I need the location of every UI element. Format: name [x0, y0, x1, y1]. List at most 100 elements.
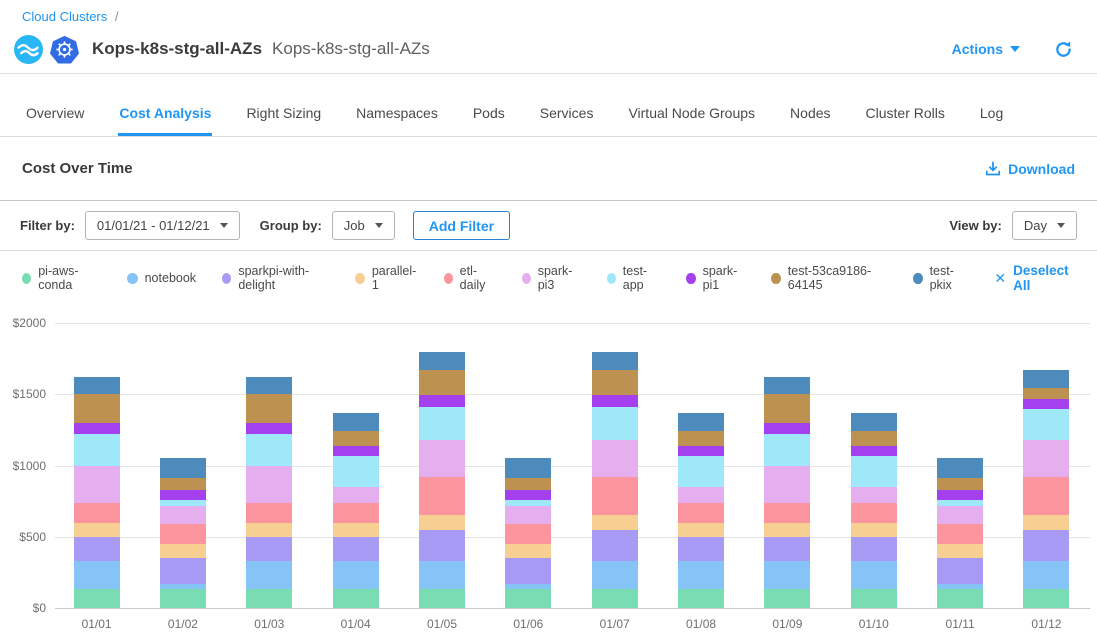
bar-segment-spark-pi1[interactable]: [74, 423, 120, 434]
bar-segment-spark-pi3[interactable]: [937, 506, 983, 524]
bar-segment-parallel-1[interactable]: [333, 523, 379, 537]
bar-segment-spark-pi3[interactable]: [419, 440, 465, 477]
legend-item-spark-pi1[interactable]: spark-pi1: [686, 264, 745, 292]
tab-cost-analysis[interactable]: Cost Analysis: [118, 95, 212, 136]
stacked-bar-01/04[interactable]: [333, 413, 379, 608]
bar-segment-notebook[interactable]: [74, 561, 120, 590]
stacked-bar-01/11[interactable]: [937, 458, 983, 608]
stacked-bar-01/07[interactable]: [592, 352, 638, 608]
tab-nodes[interactable]: Nodes: [789, 95, 831, 136]
bar-segment-test-pkix[interactable]: [851, 413, 897, 431]
bar-segment-test-pkix[interactable]: [678, 413, 724, 431]
bar-segment-pi-aws-conda[interactable]: [419, 589, 465, 608]
bar-segment-spark-pi3[interactable]: [160, 506, 206, 524]
bar-segment-parallel-1[interactable]: [505, 544, 551, 558]
stacked-bar-01/05[interactable]: [419, 352, 465, 608]
bar-segment-etl-daily[interactable]: [333, 503, 379, 522]
bar-segment-test-pkix[interactable]: [505, 458, 551, 477]
bar-segment-test-app[interactable]: [678, 456, 724, 487]
bar-segment-test-53ca9186-64145[interactable]: [937, 478, 983, 490]
legend-item-parallel-1[interactable]: parallel-1: [355, 264, 417, 292]
bar-segment-etl-daily[interactable]: [937, 524, 983, 544]
bar-segment-spark-pi1[interactable]: [937, 490, 983, 500]
bar-segment-test-53ca9186-64145[interactable]: [160, 478, 206, 490]
legend-item-test-pkix[interactable]: test-pkix: [913, 264, 968, 292]
tab-services[interactable]: Services: [539, 95, 595, 136]
date-range-select[interactable]: 01/01/21 - 01/12/21: [85, 211, 240, 240]
bar-segment-parallel-1[interactable]: [592, 515, 638, 529]
bar-segment-test-app[interactable]: [592, 407, 638, 440]
bar-segment-etl-daily[interactable]: [678, 503, 724, 522]
bar-segment-test-app[interactable]: [74, 434, 120, 465]
bar-segment-notebook[interactable]: [333, 561, 379, 590]
bar-segment-pi-aws-conda[interactable]: [160, 589, 206, 608]
bar-segment-sparkpi-with-delight[interactable]: [764, 537, 810, 561]
bar-segment-test-app[interactable]: [764, 434, 810, 465]
bar-segment-test-app[interactable]: [246, 434, 292, 465]
bar-segment-etl-daily[interactable]: [592, 477, 638, 515]
bar-segment-parallel-1[interactable]: [937, 544, 983, 558]
bar-segment-spark-pi1[interactable]: [246, 423, 292, 434]
bar-segment-notebook[interactable]: [1023, 561, 1069, 590]
stacked-bar-01/03[interactable]: [246, 377, 292, 608]
bar-segment-etl-daily[interactable]: [505, 524, 551, 544]
actions-button[interactable]: Actions: [952, 41, 1020, 57]
bar-segment-notebook[interactable]: [678, 561, 724, 590]
bar-segment-test-app[interactable]: [419, 407, 465, 440]
bar-segment-spark-pi1[interactable]: [678, 446, 724, 456]
bar-segment-parallel-1[interactable]: [764, 523, 810, 537]
bar-segment-pi-aws-conda[interactable]: [74, 589, 120, 608]
tab-namespaces[interactable]: Namespaces: [355, 95, 439, 136]
bar-segment-sparkpi-with-delight[interactable]: [678, 537, 724, 561]
bar-segment-sparkpi-with-delight[interactable]: [160, 558, 206, 584]
tab-overview[interactable]: Overview: [25, 95, 85, 136]
bar-segment-test-pkix[interactable]: [937, 458, 983, 477]
bar-segment-spark-pi3[interactable]: [505, 506, 551, 524]
bar-segment-spark-pi3[interactable]: [678, 487, 724, 503]
tab-right-sizing[interactable]: Right Sizing: [245, 95, 322, 136]
bar-segment-spark-pi3[interactable]: [851, 487, 897, 503]
bar-segment-test-pkix[interactable]: [764, 377, 810, 394]
bar-segment-spark-pi1[interactable]: [333, 446, 379, 456]
stacked-bar-01/06[interactable]: [505, 458, 551, 608]
bar-segment-test-53ca9186-64145[interactable]: [74, 394, 120, 423]
bar-segment-test-app[interactable]: [851, 456, 897, 487]
bar-segment-test-pkix[interactable]: [74, 377, 120, 394]
bar-segment-sparkpi-with-delight[interactable]: [592, 530, 638, 561]
bar-segment-etl-daily[interactable]: [851, 503, 897, 522]
stacked-bar-01/01[interactable]: [74, 377, 120, 608]
bar-segment-pi-aws-conda[interactable]: [851, 589, 897, 608]
refresh-icon[interactable]: [1054, 40, 1073, 59]
bar-segment-spark-pi3[interactable]: [246, 466, 292, 503]
bar-segment-test-53ca9186-64145[interactable]: [592, 370, 638, 395]
stacked-bar-01/08[interactable]: [678, 413, 724, 608]
bar-segment-test-53ca9186-64145[interactable]: [678, 431, 724, 446]
bar-segment-pi-aws-conda[interactable]: [592, 589, 638, 608]
bar-segment-notebook[interactable]: [246, 561, 292, 590]
bar-segment-pi-aws-conda[interactable]: [1023, 589, 1069, 608]
tab-cluster-rolls[interactable]: Cluster Rolls: [865, 95, 946, 136]
bar-segment-test-53ca9186-64145[interactable]: [1023, 388, 1069, 399]
tab-log[interactable]: Log: [979, 95, 1004, 136]
bar-segment-test-pkix[interactable]: [333, 413, 379, 431]
download-button[interactable]: Download: [985, 161, 1075, 177]
bar-segment-test-pkix[interactable]: [160, 458, 206, 477]
stacked-bar-01/09[interactable]: [764, 377, 810, 608]
bar-segment-notebook[interactable]: [851, 561, 897, 590]
bar-segment-etl-daily[interactable]: [1023, 477, 1069, 515]
bar-segment-etl-daily[interactable]: [160, 524, 206, 544]
bar-segment-test-53ca9186-64145[interactable]: [851, 431, 897, 446]
bar-segment-spark-pi1[interactable]: [1023, 399, 1069, 408]
bar-segment-spark-pi1[interactable]: [764, 423, 810, 434]
bar-segment-test-pkix[interactable]: [246, 377, 292, 394]
bar-segment-spark-pi1[interactable]: [592, 395, 638, 407]
bar-segment-test-app[interactable]: [1023, 409, 1069, 440]
deselect-all-button[interactable]: ✕Deselect All: [994, 263, 1075, 293]
bar-segment-test-53ca9186-64145[interactable]: [764, 394, 810, 423]
bar-segment-sparkpi-with-delight[interactable]: [419, 530, 465, 561]
bar-segment-notebook[interactable]: [419, 561, 465, 590]
bar-segment-test-53ca9186-64145[interactable]: [333, 431, 379, 446]
bar-segment-test-53ca9186-64145[interactable]: [505, 478, 551, 490]
bar-segment-sparkpi-with-delight[interactable]: [246, 537, 292, 561]
bar-segment-test-pkix[interactable]: [419, 352, 465, 371]
